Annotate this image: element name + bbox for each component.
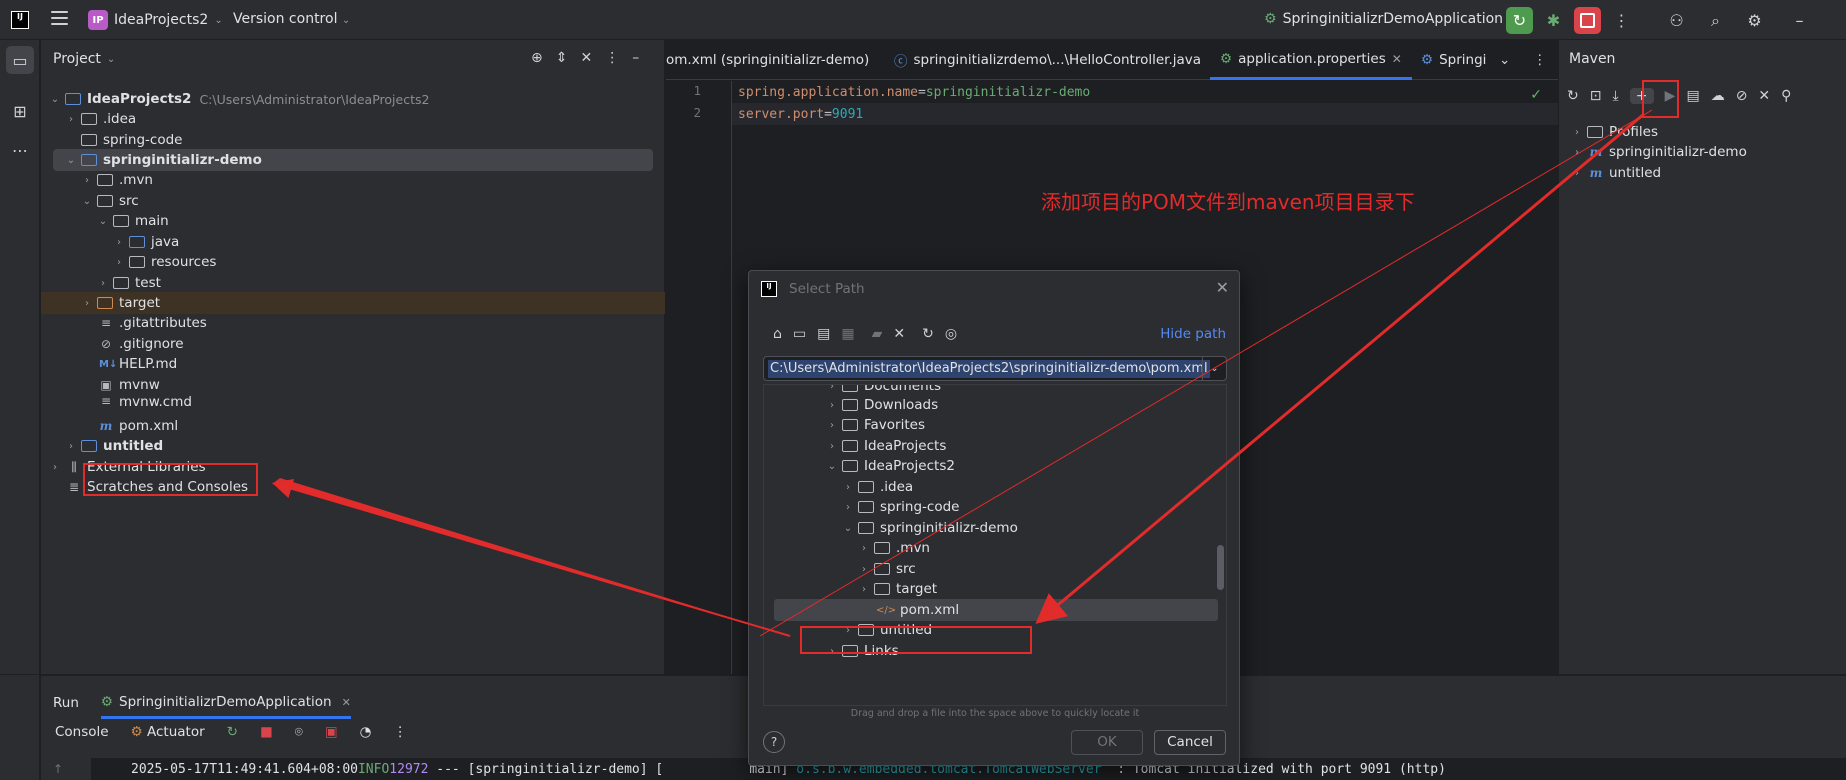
- arrow-to-project-pom: [272, 478, 791, 637]
- annotation-arrows: [272, 109, 1653, 638]
- arrow-thin-line: [759, 109, 1653, 637]
- arrow-to-dialog-pom: [1035, 112, 1645, 624]
